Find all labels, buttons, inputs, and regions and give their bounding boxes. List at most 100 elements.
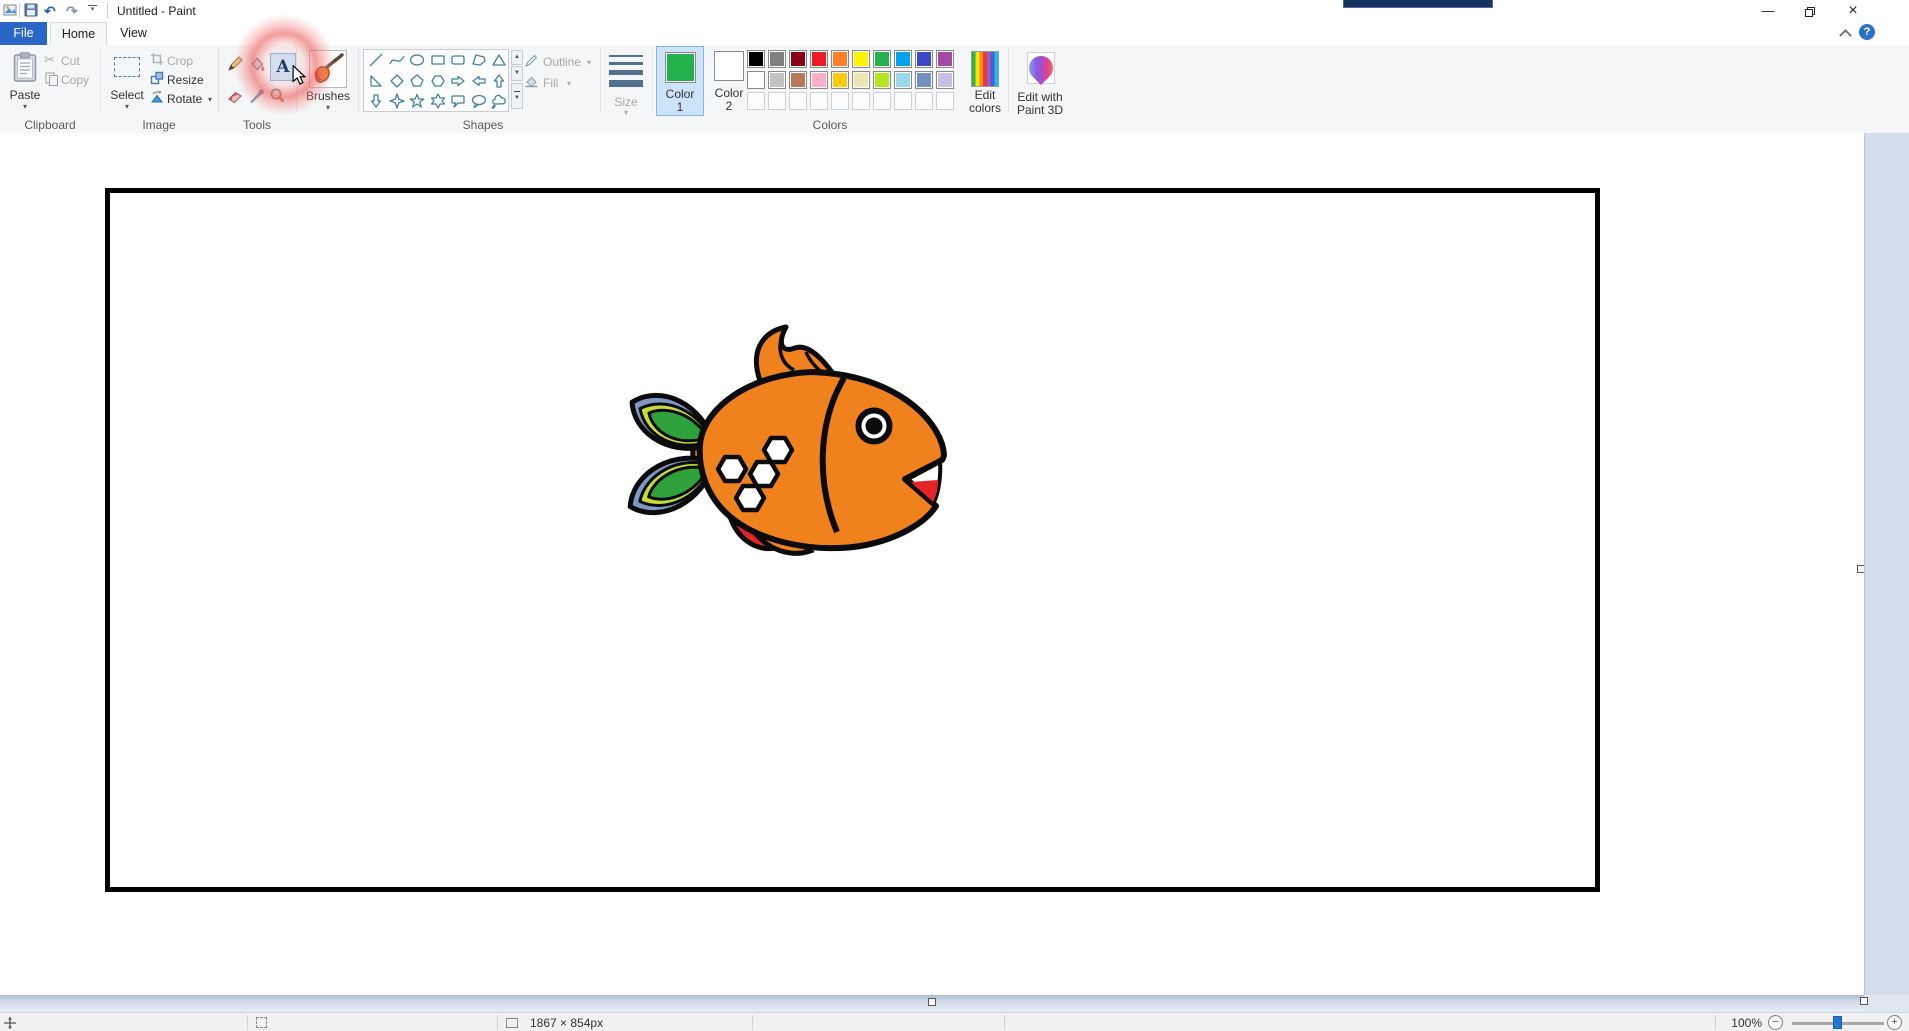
clipboard-icon: [13, 52, 37, 82]
shape-oval[interactable]: [407, 50, 427, 70]
fill-tool-icon[interactable]: [248, 55, 266, 73]
shape-down-arrow[interactable]: [366, 91, 386, 111]
fill-button[interactable]: Fill ▾: [524, 74, 598, 91]
zoom-out-button[interactable]: −: [1768, 1015, 1783, 1030]
tab-home[interactable]: Home: [50, 22, 107, 45]
copy-label: Copy: [61, 73, 90, 87]
shape-triangle[interactable]: [489, 50, 509, 70]
palette-swatch-00a2e8[interactable]: [894, 50, 912, 68]
cut-button[interactable]: ✂ Cut: [44, 52, 96, 69]
palette-swatch-empty[interactable]: [915, 92, 933, 110]
qat-customize-icon[interactable]: ▾: [88, 5, 97, 13]
shapes-scroll-down-icon[interactable]: ▼: [511, 66, 523, 81]
palette-swatch-7f7f7f[interactable]: [768, 50, 786, 68]
ribbon: Paste ▾ ✂ Cut Copy Clipboard Select ▾ Cr…: [0, 15, 1909, 134]
palette-swatch-880015[interactable]: [789, 50, 807, 68]
copy-button[interactable]: Copy: [44, 71, 96, 88]
shape-cloud-callout[interactable]: [489, 91, 509, 111]
pencil-tool-icon[interactable]: [226, 55, 244, 73]
palette-swatch-b97a57[interactable]: [789, 71, 807, 89]
undo-icon[interactable]: ↶: [44, 3, 56, 19]
zoom-level-value: 100%: [1731, 1016, 1762, 1030]
palette-swatch-fff200[interactable]: [852, 50, 870, 68]
magnifier-tool-icon[interactable]: [268, 87, 286, 105]
edit-colors-button[interactable]: Edit colors: [962, 46, 1008, 116]
palette-swatch-empty[interactable]: [852, 92, 870, 110]
redo-icon[interactable]: ↷: [66, 3, 78, 19]
edit-with-paint3d-button[interactable]: Edit with Paint 3D: [1014, 46, 1066, 117]
outline-button[interactable]: Outline ▾: [524, 53, 598, 70]
color2-button[interactable]: Color 2: [708, 46, 750, 116]
palette-swatch-ffffff[interactable]: [747, 71, 765, 89]
palette-swatch-7092be[interactable]: [915, 71, 933, 89]
group-separator: [600, 48, 601, 112]
palette-swatch-c3c3c3[interactable]: [768, 71, 786, 89]
crop-button[interactable]: Crop: [150, 52, 214, 69]
size-button[interactable]: Size ▾: [604, 48, 648, 117]
close-button[interactable]: ×: [1838, 1, 1868, 20]
palette-swatch-000000[interactable]: [747, 50, 765, 68]
palette-swatch-empty[interactable]: [894, 92, 912, 110]
shape-pentagon[interactable]: [407, 71, 427, 91]
shape-rounded-rectangle[interactable]: [448, 50, 468, 70]
shape-polygon[interactable]: [469, 50, 489, 70]
select-button[interactable]: Select ▾: [104, 48, 150, 118]
shape-hexagon[interactable]: [428, 71, 448, 91]
palette-swatch-empty[interactable]: [810, 92, 828, 110]
palette-swatch-empty[interactable]: [831, 92, 849, 110]
canvas-resize-handle-corner[interactable]: [1860, 997, 1868, 1005]
shape-rounded-callout[interactable]: [448, 91, 468, 111]
canvas-resize-handle-bottom[interactable]: [928, 998, 936, 1006]
shape-rectangle[interactable]: [428, 50, 448, 70]
palette-swatch-ffc90e[interactable]: [831, 71, 849, 89]
shape-line[interactable]: [366, 50, 386, 70]
palette-swatch-99d9ea[interactable]: [894, 71, 912, 89]
rotate-button[interactable]: Rotate ▾: [150, 90, 218, 107]
shape-curve[interactable]: [387, 50, 407, 70]
palette-swatch-ed1c24[interactable]: [810, 50, 828, 68]
palette-swatch-22b14c[interactable]: [873, 50, 891, 68]
vertical-scrollbar[interactable]: [1864, 133, 1909, 1012]
shape-right-arrow[interactable]: [448, 71, 468, 91]
palette-swatch-a349a4[interactable]: [936, 50, 954, 68]
tab-view[interactable]: View: [107, 22, 160, 45]
palette-swatch-empty[interactable]: [747, 92, 765, 110]
palette-swatch-empty[interactable]: [768, 92, 786, 110]
palette-swatch-empty[interactable]: [936, 92, 954, 110]
shapes-gallery: [363, 49, 509, 112]
paste-button[interactable]: Paste ▾: [4, 48, 46, 118]
palette-swatch-empty[interactable]: [789, 92, 807, 110]
resize-button[interactable]: Resize: [150, 71, 214, 88]
zoom-slider-thumb[interactable]: [1833, 1016, 1842, 1029]
shapes-scroll-up-icon[interactable]: ▲: [511, 50, 523, 65]
text-tool-icon: A: [276, 57, 290, 77]
color1-button[interactable]: Color 1: [656, 46, 704, 116]
shape-oval-callout[interactable]: [469, 91, 489, 111]
palette-swatch-3f48cc[interactable]: [915, 50, 933, 68]
shapes-more-icon[interactable]: ▼: [511, 83, 523, 109]
restore-button[interactable]: [1795, 3, 1825, 22]
shape-six-point-star[interactable]: [428, 91, 448, 111]
palette-swatch-c8bfe7[interactable]: [936, 71, 954, 89]
tab-file[interactable]: File: [0, 22, 47, 45]
shape-left-arrow[interactable]: [469, 71, 489, 91]
canvas-work-area[interactable]: [0, 133, 1909, 1012]
collapse-ribbon-icon[interactable]: [1838, 28, 1852, 42]
brushes-button[interactable]: Brushes ▾: [304, 48, 352, 114]
palette-swatch-efe4b0[interactable]: [852, 71, 870, 89]
save-icon[interactable]: [24, 3, 38, 17]
shape-five-point-star[interactable]: [407, 91, 427, 111]
eraser-tool-icon[interactable]: [226, 87, 244, 105]
shape-right-triangle[interactable]: [366, 71, 386, 91]
zoom-in-button[interactable]: +: [1887, 1015, 1902, 1030]
shape-up-arrow[interactable]: [489, 71, 509, 91]
minimize-button[interactable]: —: [1753, 1, 1783, 20]
shape-diamond[interactable]: [387, 71, 407, 91]
palette-swatch-ff7f27[interactable]: [831, 50, 849, 68]
color-picker-tool-icon[interactable]: [248, 87, 266, 105]
palette-swatch-empty[interactable]: [873, 92, 891, 110]
palette-swatch-b5e61d[interactable]: [873, 71, 891, 89]
help-icon[interactable]: ?: [1859, 24, 1875, 40]
palette-swatch-ffaec9[interactable]: [810, 71, 828, 89]
shape-four-point-star[interactable]: [387, 91, 407, 111]
